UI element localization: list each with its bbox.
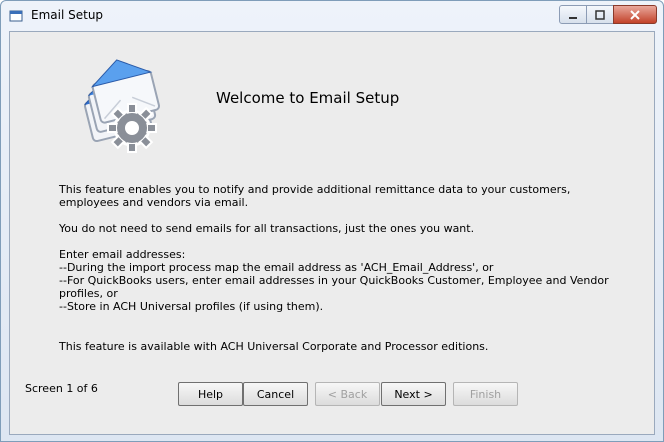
next-button[interactable]: Next > <box>381 382 446 406</box>
screen-counter: Screen 1 of 6 <box>25 382 98 395</box>
cancel-button[interactable]: Cancel <box>243 382 308 406</box>
email-setup-window: Email Setup Welcome to Email Setup This … <box>0 0 664 442</box>
intro-paragraph: This feature enables you to notify and p… <box>59 183 571 209</box>
finish-button[interactable]: Finish <box>453 382 518 406</box>
window-title: Email Setup <box>31 8 104 22</box>
minimize-icon <box>569 16 577 19</box>
window-controls <box>559 5 657 25</box>
back-button[interactable]: < Back <box>315 382 380 406</box>
instructions-paragraph: Enter email addresses: --During the impo… <box>59 248 609 313</box>
info-paragraph: You do not need to send emails for all t… <box>59 222 475 235</box>
close-button[interactable] <box>613 5 657 24</box>
minimize-button[interactable] <box>559 5 587 24</box>
app-window-icon <box>9 10 23 22</box>
close-icon <box>630 9 640 20</box>
maximize-button[interactable] <box>586 5 614 24</box>
page-heading: Welcome to Email Setup <box>216 89 400 107</box>
wizard-panel: Welcome to Email Setup This feature enab… <box>9 31 655 435</box>
maximize-icon <box>595 9 605 20</box>
help-button[interactable]: Help <box>178 382 243 406</box>
title-bar[interactable]: Email Setup <box>1 1 663 31</box>
edition-note: This feature is available with ACH Unive… <box>59 340 489 353</box>
email-gear-icon <box>84 59 160 153</box>
